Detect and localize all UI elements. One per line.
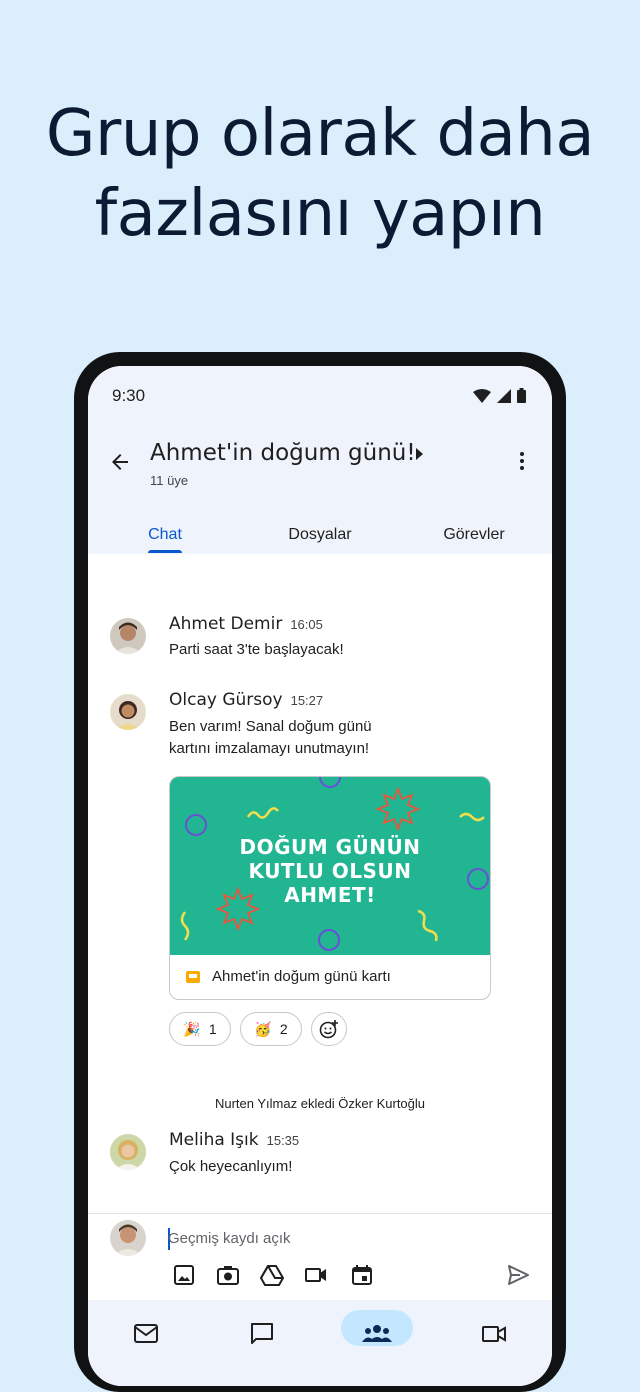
chevron-right-icon[interactable] — [416, 448, 424, 460]
phone-frame: 9:30 Ahmet'in doğum günü! 11 üye Chat Do… — [74, 352, 566, 1392]
card-heading-line: DOĞUM GÜNÜN — [239, 835, 421, 859]
message-line: Ben varım! Sanal doğum günü — [169, 718, 372, 735]
member-count: 11 üye — [150, 473, 189, 488]
add-reaction-button[interactable] — [311, 1012, 347, 1046]
party-popper-icon: 🎉 — [183, 1020, 201, 1037]
sender-name-text: Ahmet Demir — [169, 614, 283, 634]
reaction-chip[interactable]: 🎉 1 — [169, 1012, 231, 1046]
reaction-count: 1 — [208, 1021, 217, 1037]
card-footer: Ahmet'in doğum günü kartı — [170, 955, 490, 999]
add-reaction-icon — [319, 1020, 338, 1039]
composer-divider — [88, 1213, 552, 1214]
system-message: Nurten Yılmaz ekledi Özker Kurtoğlu — [214, 1096, 426, 1111]
reaction-count: 2 — [279, 1021, 288, 1037]
more-vert-icon[interactable] — [520, 452, 524, 470]
image-icon[interactable] — [172, 1263, 196, 1287]
mail-icon[interactable] — [128, 1322, 164, 1346]
calendar-icon[interactable] — [350, 1263, 374, 1287]
message-text: Çok heyecanlıyım! — [169, 1158, 293, 1175]
message-time: 15:27 — [290, 693, 324, 708]
drive-icon[interactable] — [260, 1263, 284, 1287]
headline: Grup olarak daha fazlasını yapın — [0, 94, 640, 254]
phone-screen: 9:30 Ahmet'in doğum günü! 11 üye Chat Do… — [88, 366, 552, 1386]
tab-files[interactable]: Dosyalar — [288, 526, 351, 544]
sender-name-text: Olcay Gürsoy — [169, 690, 283, 710]
top-app-bar: 9:30 Ahmet'in doğum günü! 11 üye Chat Do… — [88, 366, 552, 554]
chat-icon[interactable] — [244, 1322, 280, 1346]
tab-chat[interactable]: Chat — [148, 526, 182, 544]
avatar[interactable] — [110, 618, 146, 654]
meet-icon[interactable] — [476, 1322, 512, 1346]
spaces-icon[interactable] — [359, 1322, 395, 1346]
battery-icon — [517, 388, 526, 403]
message-text: Ben varım! Sanal doğum günü kartını imza… — [169, 716, 372, 760]
headline-line-2: fazlasını yapın — [94, 177, 546, 251]
tab-tasks[interactable]: Görevler — [443, 526, 504, 544]
bottom-navigation — [88, 1300, 552, 1386]
message-line: kartını imzalamayı unutmayın! — [169, 740, 370, 757]
message-time: 15:35 — [266, 1133, 300, 1148]
active-tab-indicator — [148, 550, 182, 553]
message-input[interactable]: Geçmiş kaydı açık — [168, 1230, 291, 1247]
own-avatar — [110, 1220, 146, 1256]
sender-name-text: Meliha Işık — [169, 1130, 259, 1150]
status-icons — [473, 388, 526, 403]
send-icon[interactable] — [506, 1263, 530, 1287]
card-heading: DOĞUM GÜNÜN KUTLU OLSUN AHMET! — [170, 835, 490, 907]
back-arrow-icon[interactable] — [108, 450, 132, 474]
sender-name: Ahmet Demir 16:05 — [169, 614, 323, 634]
sender-name: Olcay Gürsoy 15:27 — [169, 690, 323, 710]
headline-line-1: Grup olarak daha — [45, 97, 595, 171]
avatar[interactable] — [110, 694, 146, 730]
sender-name: Meliha Işık 15:35 — [169, 1130, 299, 1150]
camera-icon[interactable] — [216, 1263, 240, 1287]
birthday-card-attachment[interactable]: DOĞUM GÜNÜN KUTLU OLSUN AHMET! Ahmet'in … — [169, 776, 491, 1000]
slides-icon — [186, 971, 200, 983]
card-heading-line: AHMET! — [284, 883, 376, 907]
message-time: 16:05 — [290, 617, 323, 632]
message-text: Parti saat 3'te başlayacak! — [169, 641, 344, 658]
wifi-icon — [473, 388, 491, 403]
party-face-icon: 🥳 — [254, 1020, 272, 1037]
video-icon[interactable] — [304, 1263, 328, 1287]
card-heading-line: KUTLU OLSUN — [248, 859, 412, 883]
avatar[interactable] — [110, 1134, 146, 1170]
card-file-name: Ahmet'in doğum günü kartı — [212, 968, 391, 985]
chat-title[interactable]: Ahmet'in doğum günü! — [150, 440, 416, 466]
birthday-card-image: DOĞUM GÜNÜN KUTLU OLSUN AHMET! — [170, 777, 490, 955]
signal-icon — [497, 388, 511, 403]
status-time: 9:30 — [112, 386, 146, 405]
reaction-chip[interactable]: 🥳 2 — [240, 1012, 302, 1046]
